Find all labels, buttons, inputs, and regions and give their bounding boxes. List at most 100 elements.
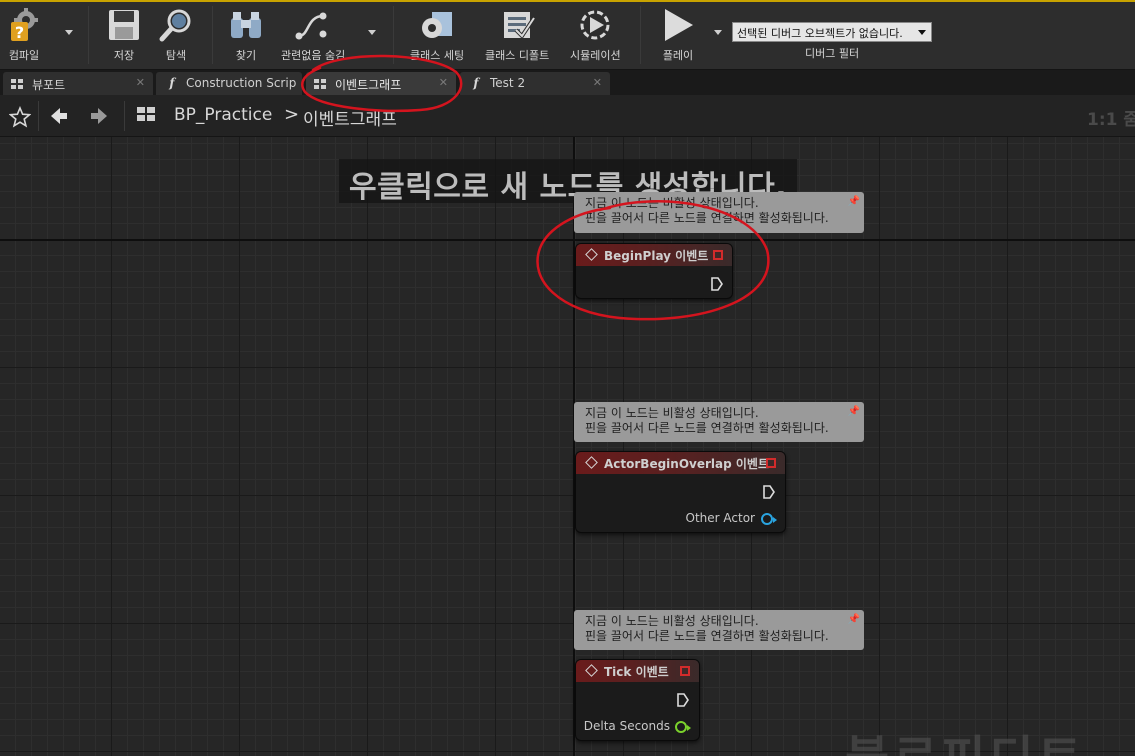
comment-line-1: 지금 이 노드는 비활성 상태입니다. — [585, 614, 759, 628]
pin-icon[interactable]: 📌 — [848, 612, 860, 627]
browse-button[interactable]: 탐색 — [154, 6, 198, 68]
save-icon — [102, 6, 146, 44]
class-settings-label: 클래스 세팅 — [410, 49, 465, 62]
find-button[interactable]: 찾기 — [224, 6, 268, 68]
node-comment-bubble: 지금 이 노드는 비활성 상태입니다. 핀을 끌어서 다른 노드를 연결하면 활… — [574, 402, 864, 442]
delegate-pin[interactable] — [713, 250, 723, 260]
tab-label: 이벤트그래프 — [335, 78, 402, 92]
svg-text:?: ? — [15, 23, 24, 42]
function-icon: f — [169, 76, 175, 90]
toolbar-divider — [212, 6, 213, 64]
tab-viewport[interactable]: 뷰포트 ✕ — [3, 72, 153, 95]
tab-label: Construction Scrip — [186, 76, 297, 90]
node-title: BeginPlay 이벤트 — [604, 249, 709, 263]
tab-test-2[interactable]: f Test 2 ✕ — [460, 72, 610, 95]
node-title: ActorBeginOverlap 이벤트 — [604, 457, 770, 471]
breadcrumb-current: 이벤트그래프 — [303, 110, 397, 130]
play-button[interactable]: 플레이 — [656, 6, 700, 68]
hide-unrelated-button[interactable]: 관련없음 숨김 — [281, 6, 345, 68]
node-header: Tick 이벤트 — [576, 660, 699, 682]
delegate-pin[interactable] — [766, 458, 776, 468]
browse-label: 탐색 — [165, 49, 187, 62]
exec-output-pin[interactable] — [763, 485, 775, 499]
debug-object-value: 선택된 디버그 오브젝트가 없습니다. — [737, 27, 903, 40]
exec-output-pin[interactable] — [677, 693, 689, 707]
class-defaults-button[interactable]: 클래스 디폴트 — [485, 6, 549, 68]
pin-icon[interactable]: 📌 — [848, 194, 860, 209]
hide-unrelated-label: 관련없음 숨김 — [281, 49, 346, 62]
class-settings-icon — [415, 6, 459, 44]
event-node-tick[interactable]: Tick 이벤트 Delta Seconds — [575, 659, 700, 741]
pin-label: Other Actor — [685, 511, 755, 525]
tab-label: Test 2 — [490, 76, 526, 90]
simulation-button[interactable]: 시뮬레이션 — [570, 6, 621, 68]
hide-unrelated-options-arrow[interactable] — [368, 30, 376, 35]
star-icon[interactable] — [9, 106, 31, 128]
forward-arrow-icon[interactable] — [90, 106, 108, 126]
pin-icon[interactable]: 📌 — [848, 404, 860, 419]
watermark: 블로피디트 — [845, 719, 1086, 756]
tab-strip: 뷰포트 ✕ f Construction Scrip 이벤트그래프 ✕ f Test… — [0, 70, 1135, 95]
float-output-pin[interactable] — [675, 721, 691, 733]
save-label: 저장 — [113, 49, 135, 62]
comment-line-1: 지금 이 노드는 비활성 상태입니다. — [585, 196, 759, 210]
toolbar: ? 컴파일 저장 탐색 찾기 관련없음 숨김 클래스 세팅 클래스 디폴트 시뮬… — [0, 0, 1135, 70]
toolbar-divider — [640, 6, 641, 64]
compile-button[interactable]: ? 컴파일 — [2, 6, 46, 68]
magnifier-icon — [154, 6, 198, 44]
node-title: Tick 이벤트 — [604, 665, 669, 679]
divider — [124, 101, 125, 131]
node-header: BeginPlay 이벤트 — [576, 244, 732, 266]
object-output-pin[interactable] — [761, 513, 777, 525]
event-node-actorbeginoverlap[interactable]: ActorBeginOverlap 이벤트 Other Actor — [575, 451, 786, 533]
delegate-pin[interactable] — [680, 666, 690, 676]
comment-line-2: 핀을 끌어서 다른 노드를 연결하면 활성화됩니다. — [585, 421, 829, 435]
comment-line-2: 핀을 끌어서 다른 노드를 연결하면 활성화됩니다. — [585, 211, 829, 225]
exec-output-pin[interactable] — [711, 277, 723, 291]
node-header: ActorBeginOverlap 이벤트 — [576, 452, 785, 474]
close-icon[interactable]: ✕ — [593, 76, 602, 89]
breadcrumb-root[interactable]: BP_Practice — [174, 105, 272, 125]
viewport-icon — [11, 79, 24, 90]
play-label: 플레이 — [662, 49, 694, 62]
breadcrumb-bar: BP_Practice > 이벤트그래프 1:1 줌 — [0, 95, 1135, 137]
back-arrow-icon[interactable] — [50, 106, 68, 126]
tab-construction-script[interactable]: f Construction Scrip — [156, 72, 302, 95]
compile-icon: ? — [2, 6, 46, 44]
node-comment-bubble: 지금 이 노드는 비활성 상태입니다. 핀을 끌어서 다른 노드를 연결하면 활… — [574, 610, 864, 650]
pin-label: Delta Seconds — [583, 719, 670, 733]
compile-label: 컴파일 — [8, 49, 40, 62]
chevron-down-icon — [918, 30, 926, 35]
play-options-arrow[interactable] — [714, 30, 722, 35]
toolbar-divider — [88, 6, 89, 64]
event-node-beginplay[interactable]: BeginPlay 이벤트 — [575, 243, 733, 299]
class-settings-button[interactable]: 클래스 세팅 — [410, 6, 464, 68]
save-button[interactable]: 저장 — [102, 6, 146, 68]
find-label: 찾기 — [235, 49, 257, 62]
close-icon[interactable]: ✕ — [439, 76, 448, 89]
node-comment-bubble: 지금 이 노드는 비활성 상태입니다. 핀을 끌어서 다른 노드를 연결하면 활… — [574, 192, 864, 233]
event-diamond-icon — [585, 248, 598, 261]
comment-line-2: 핀을 끌어서 다른 노드를 연결하면 활성화됩니다. — [585, 629, 829, 643]
class-defaults-icon — [495, 6, 539, 44]
function-icon: f — [473, 76, 479, 90]
simulation-icon — [573, 6, 617, 44]
node-link-icon — [291, 6, 335, 44]
close-icon[interactable]: ✕ — [136, 76, 145, 89]
event-diamond-icon — [585, 456, 598, 469]
compile-options-arrow[interactable] — [65, 30, 73, 35]
toolbar-divider — [393, 6, 394, 64]
simulation-label: 시뮬레이션 — [570, 49, 621, 62]
breadcrumb-separator: > — [284, 104, 300, 125]
event-graph-icon — [314, 79, 327, 90]
debug-object-select[interactable]: 선택된 디버그 오브젝트가 없습니다. — [732, 22, 932, 42]
tab-label: 뷰포트 — [32, 78, 66, 92]
graph-axis-horizontal — [0, 239, 1135, 241]
tab-event-graph[interactable]: 이벤트그래프 ✕ — [306, 72, 456, 95]
event-graph-canvas[interactable]: 우클릭으로 새 노드를 생성합니다. 지금 이 노드는 비활성 상태입니다. 핀… — [0, 137, 1135, 756]
divider — [38, 101, 39, 131]
play-icon — [656, 6, 700, 44]
comment-line-1: 지금 이 노드는 비활성 상태입니다. — [585, 406, 759, 420]
class-defaults-label: 클래스 디폴트 — [485, 49, 550, 62]
debug-filter-label: 디버그 필터 — [805, 47, 860, 60]
